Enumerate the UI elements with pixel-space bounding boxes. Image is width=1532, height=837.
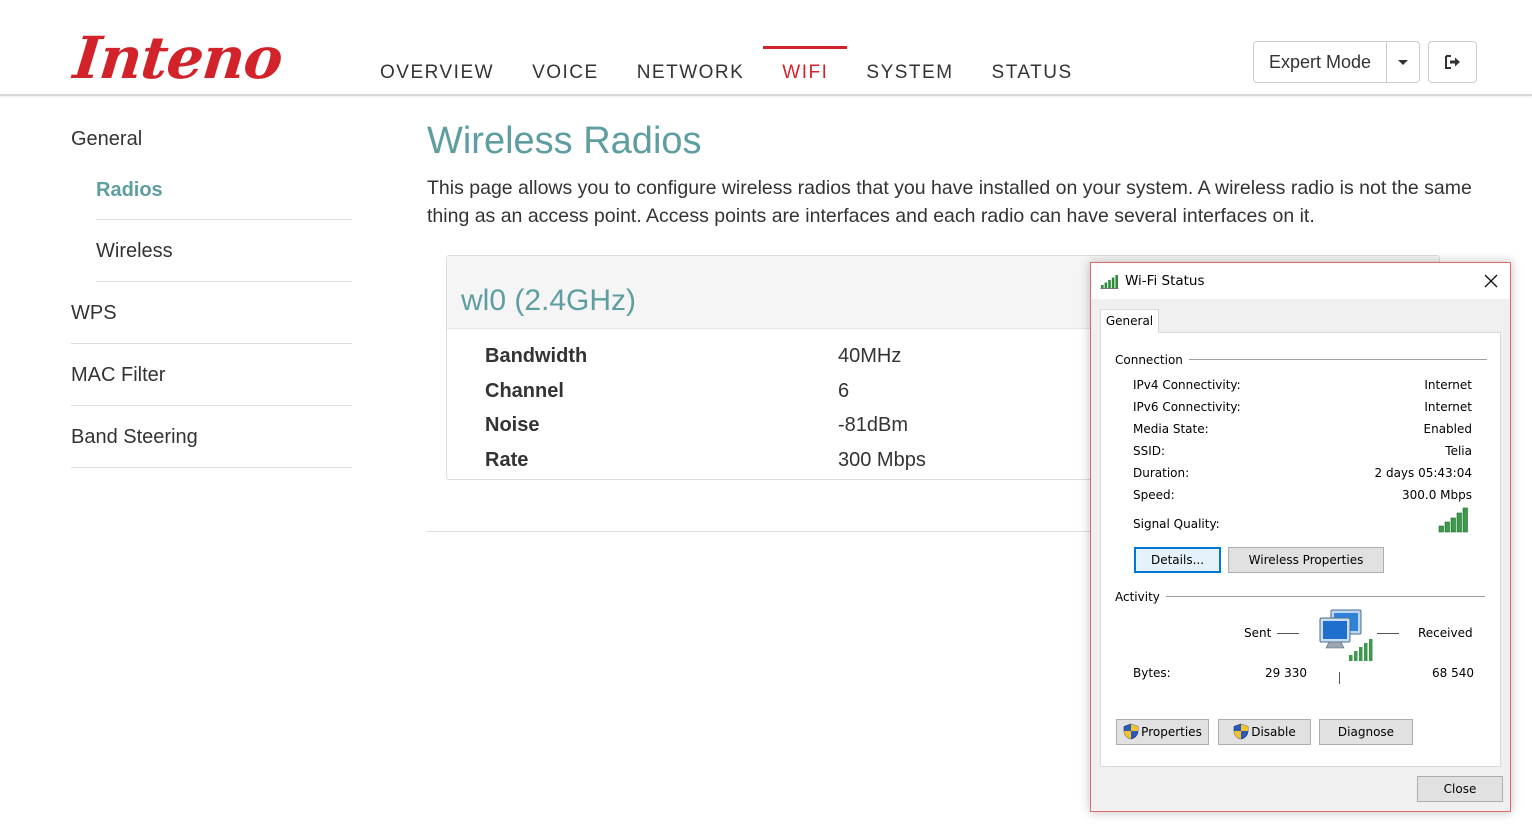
radio-value-bandwidth: 40MHz [838, 345, 902, 367]
nav-status[interactable]: STATUS [973, 46, 1092, 96]
page-title: Wireless Radios [427, 120, 702, 162]
sent-dash [1277, 633, 1299, 634]
main-divider [427, 531, 1097, 532]
sidebar-item-wireless[interactable]: Wireless [96, 220, 352, 282]
table-row: Channel 6 [485, 374, 926, 409]
speed-value: 300.0 Mbps [1401, 488, 1472, 502]
disable-button[interactable]: Disable [1218, 719, 1311, 745]
table-row: Noise -81dBm [485, 408, 926, 443]
expert-mode-dropdown[interactable]: Expert Mode [1253, 41, 1421, 83]
list-item: Media State: Enabled [1133, 418, 1472, 440]
wifi-status-dialog: Wi-Fi Status General Connection IPv4 Con… [1090, 262, 1511, 812]
chevron-down-icon [1398, 59, 1409, 65]
uac-shield-icon [1233, 723, 1249, 739]
nav-network-label: NETWORK [636, 62, 745, 83]
nav-overview-label: OVERVIEW [380, 62, 495, 83]
disable-button-label: Disable [1251, 725, 1296, 739]
radio-value-channel: 6 [838, 379, 850, 402]
uac-shield-icon [1123, 723, 1139, 739]
radio-value-noise: -81dBm [838, 414, 909, 436]
connection-group-label: Connection [1115, 353, 1189, 367]
expert-mode-button[interactable]: Expert Mode [1254, 42, 1388, 82]
nav-network[interactable]: NETWORK [618, 46, 764, 96]
sidebar-item-band-steering[interactable]: Band Steering [71, 406, 352, 468]
nav-voice[interactable]: VOICE [513, 46, 618, 96]
expert-mode-toggle[interactable] [1387, 42, 1419, 82]
list-item: Duration: 2 days 05:43:04 [1133, 462, 1472, 484]
activity-group-label: Activity [1115, 590, 1166, 604]
ssid-value: Telia [1445, 444, 1472, 458]
radio-key-rate: Rate [485, 448, 529, 471]
dialog-title-bar[interactable]: Wi-Fi Status [1091, 263, 1510, 299]
logout-button[interactable] [1428, 41, 1477, 83]
dialog-title: Wi-Fi Status [1125, 273, 1205, 289]
radio-value-rate: 300 Mbps [838, 448, 926, 471]
nav-voice-label: VOICE [532, 62, 599, 83]
radio-info-table: Bandwidth 40MHz Channel 6 Noise -81dBm R… [485, 339, 926, 477]
ipv4-label: IPv4 Connectivity: [1133, 378, 1241, 392]
dialog-tab-panel: Connection IPv4 Connectivity: Internet I… [1100, 332, 1501, 767]
page-description: This page allows you to configure wirele… [427, 177, 1472, 227]
duration-label: Duration: [1133, 466, 1190, 480]
list-item: SSID: Telia [1133, 440, 1472, 462]
activity-group-line [1115, 596, 1485, 597]
list-item: IPv4 Connectivity: Internet [1133, 374, 1472, 396]
sidebar-item-general[interactable]: General [71, 118, 352, 160]
speed-label: Speed: [1133, 488, 1175, 502]
nav-wifi[interactable]: WIFI [763, 46, 848, 96]
top-bar: Inteno OVERVIEW VOICE NETWORK WIFI SYSTE… [0, 0, 1532, 96]
bytes-label: Bytes: [1133, 666, 1171, 680]
sent-label: Sent [1244, 626, 1272, 640]
sidebar-item-mac-filter[interactable]: MAC Filter [71, 344, 352, 406]
properties-button-label: Properties [1141, 725, 1202, 739]
nav-overview[interactable]: OVERVIEW [361, 46, 513, 96]
list-item: Speed: 300.0 Mbps [1133, 484, 1472, 506]
table-row: Bandwidth 40MHz [485, 339, 926, 374]
sidebar-item-wps[interactable]: WPS [71, 282, 352, 344]
table-row: Rate 300 Mbps [485, 443, 926, 478]
network-computers-icon [1319, 609, 1373, 661]
ipv6-value: Internet [1424, 400, 1472, 414]
logout-icon [1444, 55, 1460, 69]
properties-button[interactable]: Properties [1116, 719, 1209, 745]
list-item: IPv6 Connectivity: Internet [1133, 396, 1472, 418]
ssid-label: SSID: [1133, 444, 1166, 458]
received-label: Received [1418, 626, 1473, 640]
sidebar-item-radios[interactable]: Radios [96, 160, 352, 220]
signal-quality-label: Signal Quality: [1133, 517, 1220, 531]
nav-system-label: SYSTEM [866, 62, 954, 83]
wireless-properties-button[interactable]: Wireless Properties [1228, 547, 1384, 573]
inteno-logo[interactable]: Inteno [70, 24, 285, 92]
nav-status-label: STATUS [991, 62, 1073, 83]
radio-key-bandwidth: Bandwidth [485, 345, 588, 367]
received-dash [1377, 633, 1399, 634]
duration-value: 2 days 05:43:04 [1374, 466, 1472, 480]
radio-key-noise: Noise [485, 414, 540, 436]
main-nav: OVERVIEW VOICE NETWORK WIFI SYSTEM STATU… [361, 46, 1092, 96]
diagnose-button[interactable]: Diagnose [1319, 719, 1413, 745]
details-button[interactable]: Details... [1134, 547, 1221, 573]
sidebar: General Radios Wireless WPS MAC Filter B… [71, 118, 352, 468]
tab-general[interactable]: General [1100, 309, 1159, 333]
bytes-divider [1339, 672, 1340, 684]
close-icon[interactable] [1484, 274, 1498, 288]
ipv6-label: IPv6 Connectivity: [1133, 400, 1241, 414]
radio-key-channel: Channel [485, 379, 564, 402]
ipv4-value: Internet [1424, 378, 1472, 392]
signal-quality-icon [1438, 507, 1468, 533]
nav-system[interactable]: SYSTEM [847, 46, 972, 96]
nav-wifi-label: WIFI [782, 62, 829, 83]
media-state-label: Media State: [1133, 422, 1209, 436]
close-button[interactable]: Close [1417, 776, 1503, 802]
media-state-value: Enabled [1423, 422, 1473, 436]
wifi-signal-icon [1100, 275, 1119, 289]
bytes-received-value: 68 540 [1432, 666, 1474, 680]
bytes-sent-value: 29 330 [1265, 666, 1307, 680]
